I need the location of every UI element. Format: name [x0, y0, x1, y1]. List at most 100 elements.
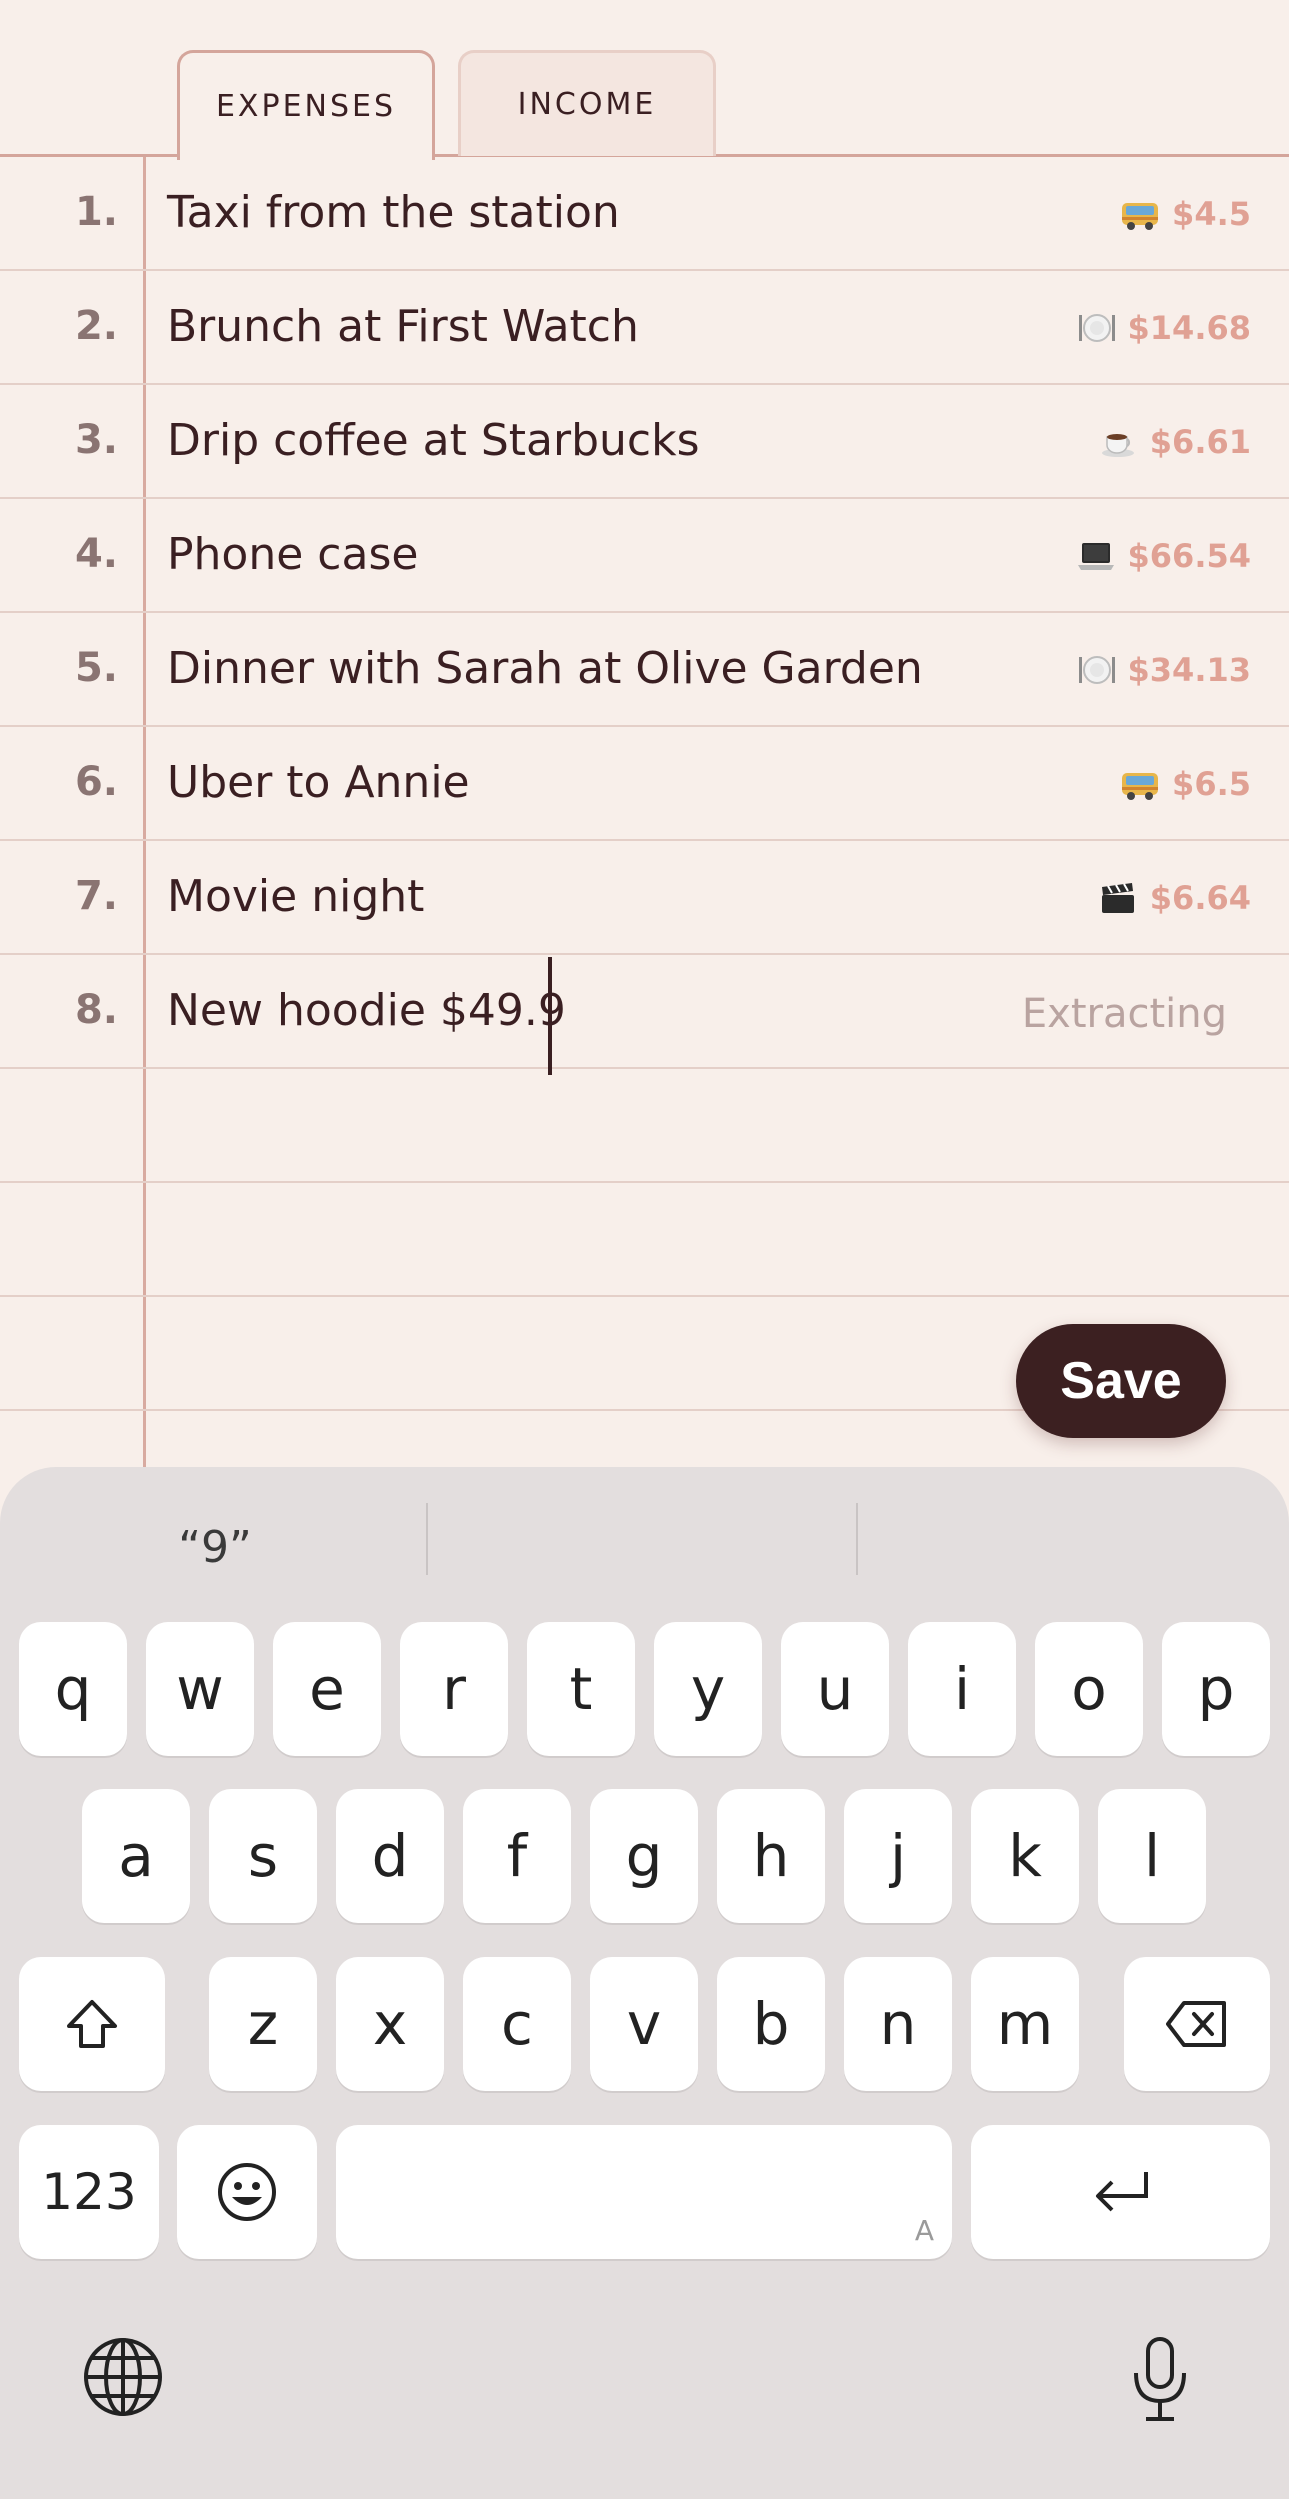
suggestion-3[interactable]: [860, 1507, 1289, 1587]
amount-value: $14.68: [1127, 309, 1251, 347]
key-k[interactable]: k: [971, 1789, 1079, 1923]
emoji-key[interactable]: [177, 2125, 317, 2259]
expense-row-3[interactable]: 3. Drip coffee at Starbucks $6.61: [0, 385, 1289, 499]
key-i[interactable]: i: [908, 1622, 1016, 1756]
key-l[interactable]: l: [1098, 1789, 1206, 1923]
expense-description: Dinner with Sarah at Olive Garden: [167, 643, 923, 694]
tab-expenses-label: EXPENSES: [215, 89, 397, 124]
key-f[interactable]: f: [463, 1789, 571, 1923]
tab-expenses[interactable]: EXPENSES: [177, 50, 435, 164]
shift-icon: [67, 2000, 117, 2048]
key-g[interactable]: g: [590, 1789, 698, 1923]
row-number: 8.: [74, 987, 118, 1033]
expense-row-8-editing[interactable]: 8. New hoodie $49.9 Extracting: [0, 955, 1289, 1069]
expense-amount: $4.5: [1120, 195, 1251, 233]
key-x[interactable]: x: [336, 1957, 444, 2091]
empty-row[interactable]: [0, 1069, 1289, 1183]
key-e[interactable]: e: [273, 1622, 381, 1756]
shift-key[interactable]: [19, 1957, 165, 2091]
expense-row-6[interactable]: 6. Uber to Annie $6.5: [0, 727, 1289, 841]
amount-value: $34.13: [1127, 651, 1251, 689]
backspace-key[interactable]: [1124, 1957, 1270, 2091]
row-number: 2.: [74, 303, 118, 349]
expense-description: Movie night: [167, 871, 425, 922]
empty-row[interactable]: [0, 1183, 1289, 1297]
expense-amount: $34.13: [1076, 651, 1251, 689]
space-language-hint: A: [914, 2214, 934, 2247]
key-c[interactable]: c: [463, 1957, 571, 2091]
text-cursor: [548, 957, 552, 1075]
bus-icon: [1122, 203, 1159, 230]
row-number: 6.: [74, 759, 118, 805]
suggestion-2[interactable]: [430, 1507, 860, 1587]
key-a[interactable]: a: [82, 1789, 190, 1923]
key-p[interactable]: p: [1162, 1622, 1270, 1756]
on-screen-keyboard: “9” q w e r t y u i o p a s d f g h j k …: [0, 1467, 1289, 2499]
key-d[interactable]: d: [336, 1789, 444, 1923]
suggestion-divider: [856, 1503, 858, 1575]
key-z[interactable]: z: [209, 1957, 317, 2091]
expense-amount: $66.54: [1076, 537, 1251, 575]
amount-value: $6.61: [1149, 423, 1251, 461]
key-s[interactable]: s: [209, 1789, 317, 1923]
row-number: 1.: [74, 189, 118, 235]
tab-bar: EXPENSES INCOME: [0, 0, 1289, 164]
emoji-icon: [218, 2163, 276, 2221]
expense-row-2[interactable]: 2. Brunch at First Watch $14.68: [0, 271, 1289, 385]
suggestion-divider: [426, 1503, 428, 1575]
amount-value: $6.5: [1172, 765, 1251, 803]
globe-icon[interactable]: [82, 2336, 164, 2418]
row-number: 7.: [74, 873, 118, 919]
microphone-icon[interactable]: [1130, 2335, 1190, 2423]
expense-amount: $6.64: [1098, 879, 1251, 917]
return-icon: [1095, 2172, 1148, 2212]
numbers-key[interactable]: 123: [19, 2125, 159, 2259]
key-o[interactable]: o: [1035, 1622, 1143, 1756]
plate-icon: [1078, 314, 1115, 342]
expense-description: Taxi from the station: [167, 187, 620, 238]
key-t[interactable]: t: [527, 1622, 635, 1756]
expense-row-7[interactable]: 7. Movie night $6.64: [0, 841, 1289, 955]
expense-row-5[interactable]: 5. Dinner with Sarah at Olive Garden $34…: [0, 613, 1289, 727]
amount-value: $6.64: [1149, 879, 1251, 917]
expense-amount: $14.68: [1076, 309, 1251, 347]
key-h[interactable]: h: [717, 1789, 825, 1923]
suggestion-1[interactable]: “9”: [0, 1507, 430, 1587]
key-r[interactable]: r: [400, 1622, 508, 1756]
key-j[interactable]: j: [844, 1789, 952, 1923]
row-number: 4.: [74, 531, 118, 577]
laptop-icon: [1077, 543, 1114, 570]
key-v[interactable]: v: [590, 1957, 698, 2091]
key-w[interactable]: w: [146, 1622, 254, 1756]
plate-icon: [1078, 656, 1115, 684]
key-n[interactable]: n: [844, 1957, 952, 2091]
key-y[interactable]: y: [654, 1622, 762, 1756]
amount-value: $66.54: [1127, 537, 1251, 575]
expense-description: Uber to Annie: [167, 757, 470, 808]
row-number: 5.: [74, 645, 118, 691]
save-button[interactable]: Save: [1016, 1324, 1226, 1438]
expense-description: Drip coffee at Starbucks: [167, 415, 700, 466]
backspace-icon: [1166, 2001, 1226, 2047]
tab-income-label: INCOME: [517, 87, 657, 122]
expense-description: Phone case: [167, 529, 419, 580]
key-u[interactable]: u: [781, 1622, 889, 1756]
extracting-status: Extracting: [1021, 991, 1227, 1037]
expense-row-1[interactable]: 1. Taxi from the station $4.5: [0, 157, 1289, 271]
space-key[interactable]: A: [336, 2125, 952, 2259]
expense-row-4[interactable]: 4. Phone case $66.54: [0, 499, 1289, 613]
bus-icon: [1122, 773, 1159, 800]
key-q[interactable]: q: [19, 1622, 127, 1756]
expense-amount: $6.61: [1098, 423, 1251, 461]
return-key[interactable]: [971, 2125, 1270, 2259]
key-m[interactable]: m: [971, 1957, 1079, 2091]
expense-input[interactable]: New hoodie $49.9: [167, 985, 566, 1036]
coffee-icon: [1101, 434, 1134, 457]
tab-income[interactable]: INCOME: [458, 50, 716, 156]
expense-amount: $6.5: [1120, 765, 1251, 803]
key-b[interactable]: b: [717, 1957, 825, 2091]
amount-value: $4.5: [1172, 195, 1251, 233]
clapper-icon: [1101, 883, 1134, 913]
expense-description: Brunch at First Watch: [167, 301, 639, 352]
row-number: 3.: [74, 417, 118, 463]
